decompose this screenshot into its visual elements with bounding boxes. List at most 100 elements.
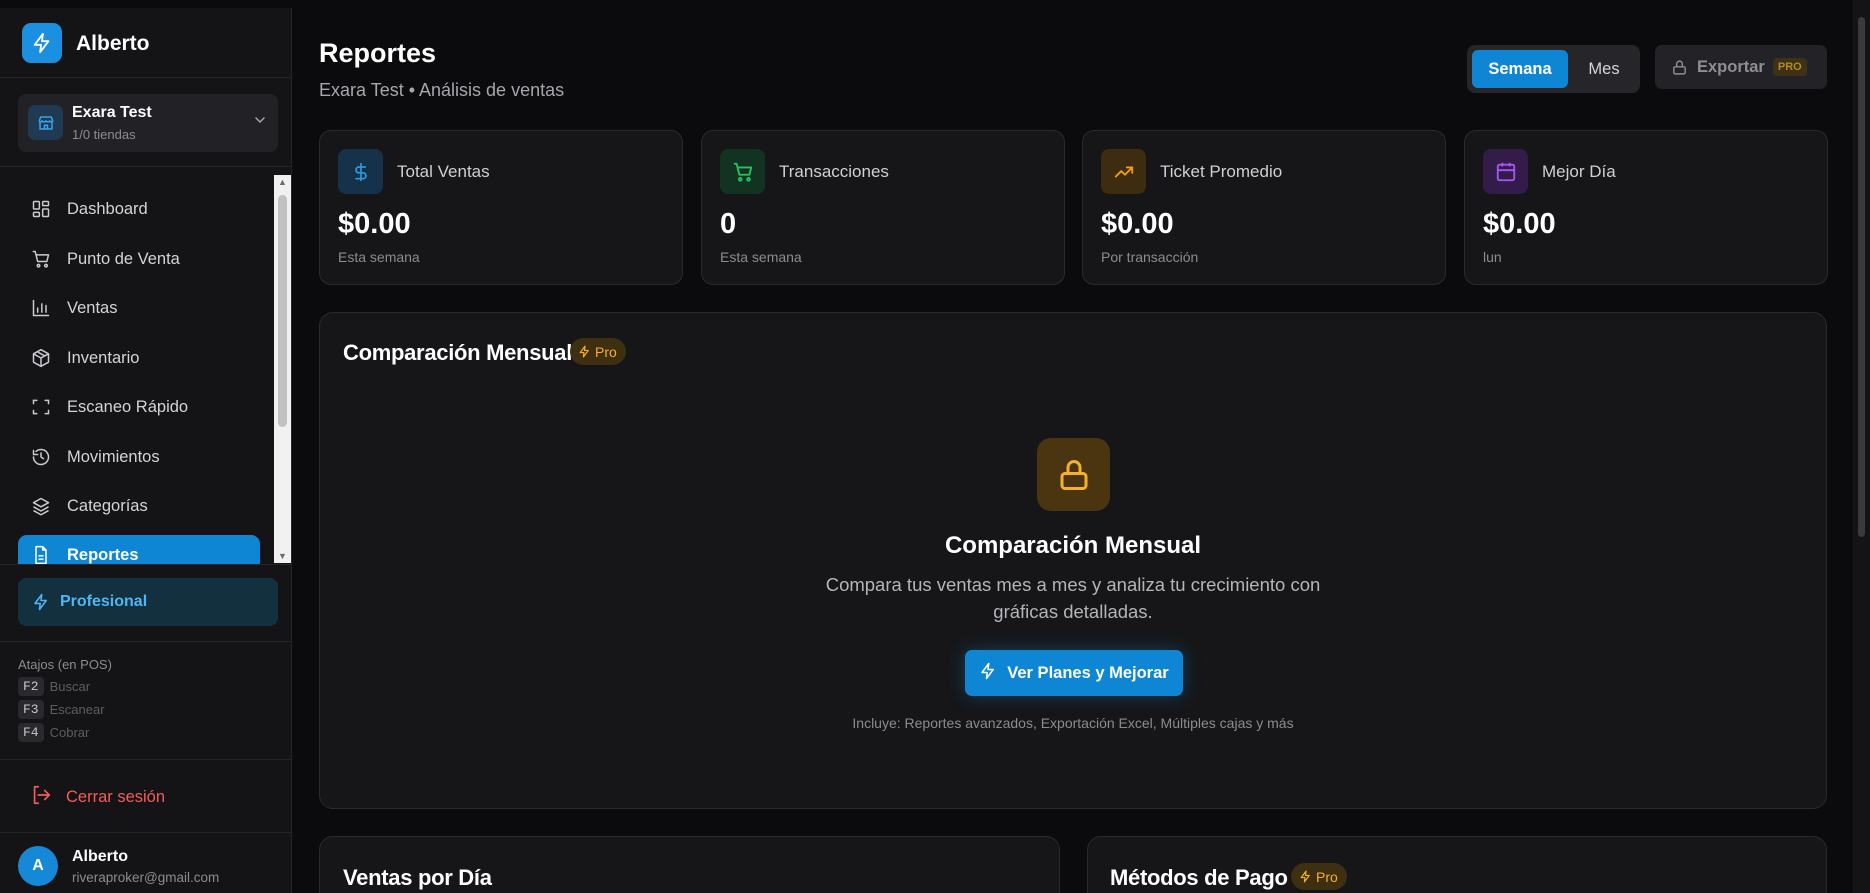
divider (0, 564, 291, 565)
calendar-icon (1483, 149, 1528, 194)
shortcut-label: Escanear (49, 702, 105, 717)
trending-up-icon (1101, 149, 1146, 194)
sidebar-item-reportes[interactable]: Reportes (18, 535, 260, 564)
lock-icon (1671, 59, 1688, 76)
locked-feature-description: Compara tus ventas mes a mes y analiza t… (825, 574, 1321, 622)
pro-badge: Pro (570, 338, 626, 365)
dollar-icon (338, 149, 383, 194)
export-button[interactable]: Exportar PRO (1655, 45, 1827, 89)
lightning-icon (979, 662, 997, 685)
shortcut-item: F4 Cobrar (18, 723, 89, 742)
logout-button[interactable]: Cerrar sesión (30, 784, 165, 811)
shortcuts-title: Atajos (en POS) (18, 657, 112, 672)
sidebar-item-punto-de-venta[interactable]: Punto de Venta (18, 239, 260, 279)
store-name: Exara Test (72, 104, 152, 121)
sidebar-item-label: Escaneo Rápido (67, 397, 189, 416)
stat-subtext: Por transacción (1101, 249, 1199, 265)
upgrade-button[interactable]: Ver Planes y Mejorar (965, 650, 1183, 696)
sidebar-scrollbar[interactable]: ▲ ▼ (274, 175, 291, 563)
divider (0, 832, 291, 833)
stat-card-ticket-promedio: Ticket Promedio $0.00 Por transacción (1082, 130, 1446, 285)
sidebar-item-movimientos[interactable]: Movimientos (18, 437, 260, 477)
sidebar: Alberto Exara Test 1/0 tiendas Dashboard… (0, 8, 292, 893)
sidebar-item-label: Punto de Venta (67, 249, 180, 268)
shortcut-key: F4 (18, 723, 44, 742)
pro-badge: Pro (1291, 863, 1347, 890)
sidebar-item-ventas[interactable]: Ventas (18, 288, 260, 328)
stat-card-mejor-dia: Mejor Día $0.00 lun (1464, 130, 1828, 285)
divider (0, 759, 291, 760)
page-subtitle: Exara Test • Análisis de ventas (319, 80, 565, 100)
pro-badge-label: Pro (1316, 868, 1338, 885)
stat-subtext: lun (1483, 249, 1502, 265)
scroll-down-icon[interactable]: ▼ (278, 551, 287, 561)
avatar[interactable]: A (18, 846, 58, 886)
logout-icon (30, 784, 52, 811)
store-icon (28, 105, 63, 140)
sidebar-item-dashboard[interactable]: Dashboard (18, 189, 260, 229)
payment-methods-panel: Métodos de Pago Pro (1087, 836, 1827, 893)
scrollbar-thumb[interactable] (1858, 17, 1865, 537)
sidebar-item-label: Movimientos (67, 447, 160, 466)
lock-icon (1037, 438, 1110, 511)
panel-title: Ventas por Día (343, 865, 492, 890)
plan-badge[interactable]: Profesional (18, 578, 278, 626)
period-week-button[interactable]: Semana (1472, 50, 1568, 88)
plan-label: Profesional (60, 593, 148, 610)
sidebar-item-categorias[interactable]: Categorías (18, 486, 260, 526)
box-icon (30, 347, 52, 369)
period-month-button[interactable]: Mes (1572, 50, 1636, 88)
shortcut-key: F2 (18, 677, 44, 696)
period-toggle: Semana Mes (1467, 45, 1640, 93)
stat-value: $0.00 (338, 208, 411, 240)
scan-icon (30, 396, 52, 418)
lightning-icon (1299, 870, 1312, 883)
stat-label: Mejor Día (1542, 162, 1616, 181)
stat-label: Total Ventas (397, 162, 490, 181)
upgrade-button-label: Ver Planes y Mejorar (1007, 663, 1169, 682)
report-icon (30, 544, 52, 564)
plan-includes-note: Incluye: Reportes avanzados, Exportación… (852, 715, 1294, 731)
stat-label: Ticket Promedio (1160, 162, 1283, 181)
stat-value: $0.00 (1101, 208, 1174, 240)
sidebar-item-inventario[interactable]: Inventario (18, 338, 260, 378)
shortcut-label: Buscar (49, 679, 91, 694)
pro-tag: PRO (1772, 58, 1807, 76)
layers-icon (30, 495, 52, 517)
page-scrollbar[interactable] (1853, 0, 1870, 893)
stat-card-total-ventas: Total Ventas $0.00 Esta semana (319, 130, 683, 285)
scrollbar-thumb[interactable] (278, 195, 287, 427)
app: Alberto Exara Test 1/0 tiendas Dashboard… (0, 0, 1870, 893)
monthly-comparison-panel: Comparación Mensual Pro Comparación Mens… (319, 312, 1827, 809)
panel-title: Comparación Mensual (343, 340, 573, 365)
sidebar-item-label: Inventario (67, 348, 140, 367)
bar-chart-icon (30, 297, 52, 319)
store-count: 1/0 tiendas (72, 127, 136, 142)
user-email: riveraproker@gmail.com (72, 870, 220, 885)
divider (0, 166, 291, 167)
lightning-icon (578, 345, 591, 358)
logout-label: Cerrar sesión (66, 788, 166, 806)
sidebar-item-label: Categorías (67, 496, 148, 515)
brand: Alberto (0, 8, 291, 78)
lightning-icon (32, 593, 50, 611)
stat-label: Transacciones (779, 162, 889, 181)
daily-sales-panel: Ventas por Día (319, 836, 1060, 893)
shortcut-key: F3 (18, 700, 44, 719)
page-title: Reportes (319, 38, 437, 68)
shortcut-label: Cobrar (49, 725, 90, 740)
shortcut-item: F2 Buscar (18, 677, 90, 696)
sidebar-nav: Dashboard Punto de Venta Ventas Inventar… (0, 168, 275, 564)
dashboard-icon (30, 198, 52, 220)
sidebar-item-escaneo-rapido[interactable]: Escaneo Rápido (18, 387, 260, 427)
sidebar-item-label: Reportes (67, 545, 139, 564)
divider (0, 641, 291, 642)
scroll-up-icon[interactable]: ▲ (278, 177, 287, 187)
export-label: Exportar (1697, 57, 1765, 76)
store-selector[interactable]: Exara Test 1/0 tiendas (18, 94, 278, 152)
shortcut-item: F3 Escanear (18, 700, 105, 719)
panel-title: Métodos de Pago (1110, 865, 1288, 890)
chevron-down-icon (252, 112, 268, 133)
pro-badge-label: Pro (595, 343, 617, 360)
stat-subtext: Esta semana (338, 249, 420, 265)
